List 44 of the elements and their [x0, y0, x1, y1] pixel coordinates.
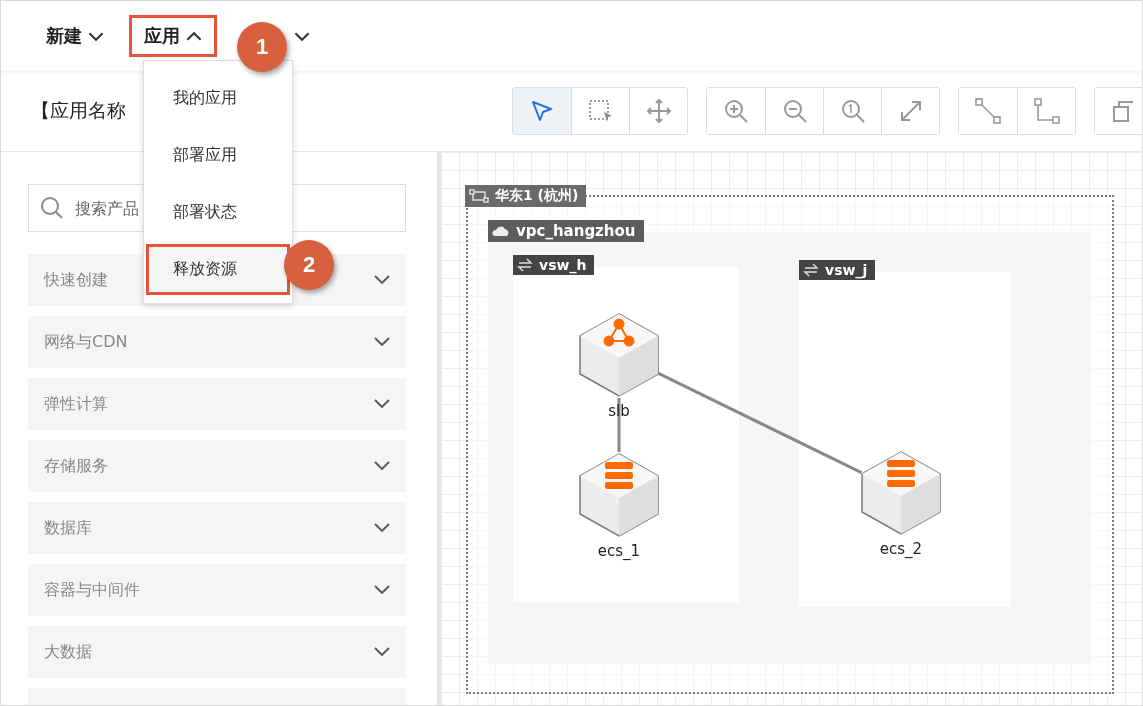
vpc-name: vpc_hangzhou: [516, 222, 636, 240]
menu-item[interactable]: 我的应用: [146, 73, 290, 124]
caret-icon: [294, 30, 310, 42]
vswitch-name: vsw_j: [825, 262, 868, 278]
menu-item[interactable]: 部署应用: [146, 130, 290, 181]
load-balancer-node-icon: [578, 312, 660, 398]
swap-arrows-icon: [803, 263, 819, 277]
caret-icon: [88, 30, 104, 42]
tool-button[interactable]: [881, 88, 939, 134]
app-title: 【应用名称: [31, 98, 126, 123]
server-node-icon: [860, 450, 942, 536]
region-name: 华东1 (杭州): [495, 187, 579, 205]
menu-item[interactable]: 部署状态: [146, 187, 290, 238]
zoom-in-icon: [723, 98, 749, 124]
chevron-icon: [374, 275, 390, 285]
server-node-icon: [578, 452, 660, 538]
move-icon: [645, 98, 672, 124]
straight-connector-icon: [974, 97, 1002, 125]
chevron-icon: [374, 585, 390, 595]
menu-item[interactable]: 释放资源: [146, 244, 290, 295]
zoom-reset-icon: [839, 98, 866, 124]
chevron-icon: [374, 647, 390, 657]
step-badge: 2: [284, 240, 334, 290]
elbow-connector-icon: [1032, 97, 1061, 125]
node-label: slb: [608, 402, 630, 420]
cloud-icon: [492, 225, 510, 237]
caret-icon: [186, 30, 202, 42]
chevron-icon: [374, 461, 390, 471]
tool-button[interactable]: [1017, 88, 1075, 134]
menu-button[interactable]: 应用: [129, 15, 217, 57]
region-icon: [469, 189, 489, 203]
node-label: ecs_2: [879, 540, 923, 558]
step-badge: 1: [237, 22, 287, 72]
tool-button[interactable]: [629, 88, 687, 134]
tool-button[interactable]: [513, 88, 571, 134]
chevron-icon: [374, 523, 390, 533]
chevron-icon: [374, 337, 390, 347]
search-icon: [40, 196, 64, 220]
chevron-icon: [374, 399, 390, 409]
vswitch-name: vsw_h: [539, 257, 587, 273]
node-label: ecs_1: [597, 542, 641, 560]
zoom-out-icon: [781, 98, 808, 124]
swap-arrows-icon: [517, 258, 533, 272]
pointer-icon: [529, 98, 555, 124]
